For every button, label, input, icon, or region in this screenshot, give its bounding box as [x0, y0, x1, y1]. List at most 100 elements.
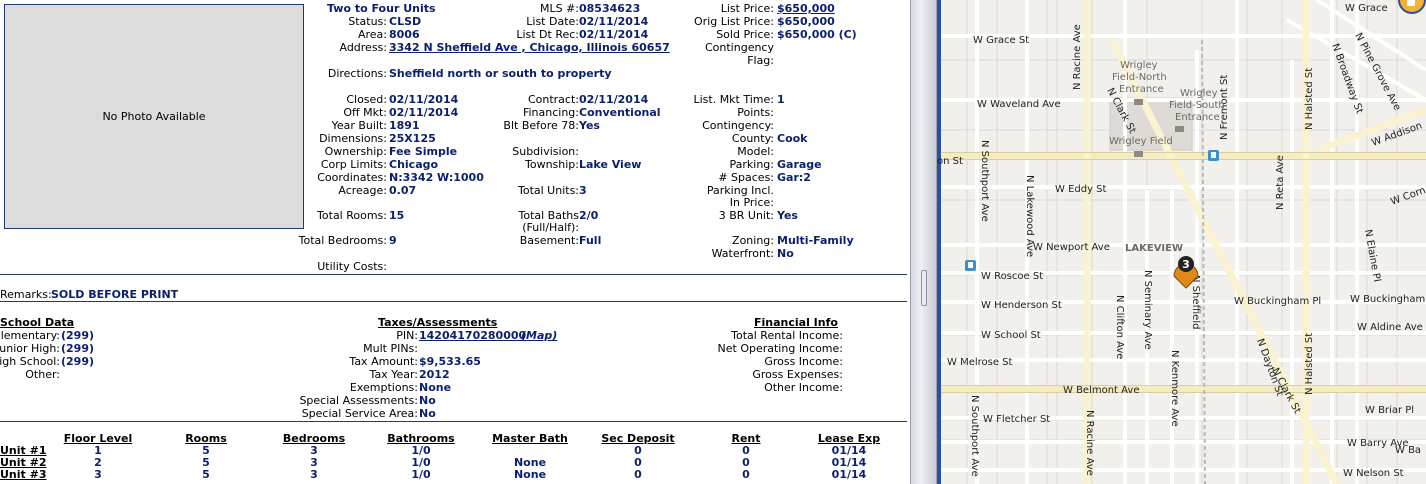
street-label: W Melrose St [947, 357, 1013, 368]
units-table-header: Floor Level Rooms Bedrooms Bathrooms Mas… [0, 433, 900, 445]
total-units-label: Total Units: [517, 184, 579, 197]
parking-incl-label-2: In Price: [729, 196, 774, 209]
place-label: Wrigley Field [1109, 136, 1173, 147]
street-label: W Briar Pl [1365, 405, 1414, 416]
place-label: Entrance [1119, 84, 1164, 95]
street-label: W Waveland Ave [977, 99, 1061, 110]
pane-splitter[interactable] [910, 0, 937, 484]
special-service-value: No [419, 407, 436, 420]
divider [0, 301, 907, 302]
area-value: 8006 [389, 28, 420, 41]
zoning-label: Zoning: [732, 234, 774, 247]
dimensions-value: 25X125 [389, 132, 436, 145]
dimensions-label: Dimensions: [319, 132, 387, 145]
street-label: W Nelson St [1343, 468, 1404, 479]
special-assessments-label: Special Assessments: [299, 394, 418, 407]
street-label: N Clifton Ave [1114, 295, 1125, 359]
acreage-value: 0.07 [389, 184, 417, 197]
table-row: Unit #3 3 5 3 1/0 None 0 0 01/14 [0, 469, 900, 481]
remarks-label: Remarks: [0, 288, 52, 301]
splitter-grip[interactable] [921, 270, 927, 306]
waterfront-value: No [777, 247, 794, 260]
total-rental-income-label: Total Rental Income: [731, 329, 843, 342]
list-price-label: List Price: [720, 2, 774, 15]
br3-unit-value: Yes [777, 209, 798, 222]
points-label: Points: [737, 106, 774, 119]
pin-label: PIN: [396, 329, 418, 342]
place-label: Wrigley [1180, 88, 1218, 99]
street-label: W School St [981, 330, 1041, 341]
table-cell: None [513, 468, 547, 481]
ownership-value: Fee Simple [389, 145, 458, 158]
street-label: W Grace [1345, 3, 1388, 14]
table-cell: 5 [202, 468, 210, 481]
street-label: W Ba [1395, 445, 1421, 456]
county-label: County: [731, 132, 774, 145]
contingency-flag-label-1: Contingency [704, 41, 774, 54]
closed-value: 02/11/2014 [389, 93, 459, 106]
place-label: Wrigley [1120, 60, 1158, 71]
year-built-value: 1891 [389, 119, 420, 132]
place-label: Field-North [1112, 72, 1167, 83]
closed-label: Closed: [346, 93, 387, 106]
street-label: N Sheffield [1190, 275, 1201, 329]
street-label: N Reta Ave [1275, 155, 1286, 210]
list-date-value: 02/11/2014 [579, 15, 649, 28]
corp-limits-label: Corp Limits: [320, 158, 387, 171]
street-label: W Buckingham Pl [1350, 294, 1426, 305]
street-label: N Racine Ave [1072, 24, 1083, 90]
address-link[interactable]: 3342 N Sheffield Ave , Chicago, Illinois… [389, 41, 670, 54]
mult-pins-label: Mult PINs: [363, 342, 418, 355]
table-cell: 1/0 [411, 468, 431, 481]
sold-price-label: Sold Price: [716, 28, 774, 41]
basement-label: Basement: [519, 234, 579, 247]
street-label: W Belmont Ave [1063, 385, 1139, 396]
spaces-value: Gar:2 [777, 171, 811, 184]
street-label: W Henderson St [981, 300, 1062, 311]
financial-title: Financial Info [754, 316, 838, 329]
table-row: Unit #1 1 5 3 1/0 0 0 01/14 [0, 445, 900, 457]
list-price-value[interactable]: $650,000 [777, 2, 835, 15]
map-canvas[interactable]: W Grace St W Grace W Waveland Ave on St … [937, 0, 1426, 484]
status-label: Status: [348, 15, 387, 28]
neighborhood-label: LAKEVIEW [1125, 243, 1183, 254]
street-label: N Kenmore Ave [1169, 350, 1180, 427]
street-label: W Fletcher St [983, 414, 1050, 425]
subdivision-label: Subdivision: [512, 145, 579, 158]
special-assessments-value: No [419, 394, 436, 407]
tax-year-value: 2012 [419, 368, 450, 381]
table-row: Unit #2 2 5 3 1/0 None 0 0 01/14 [0, 457, 900, 469]
table-cell: 3 [94, 468, 102, 481]
photo-placeholder: No Photo Available [4, 4, 304, 229]
elementary-label: Elementary: [0, 329, 60, 342]
exemptions-label: Exemptions: [349, 381, 418, 394]
pin-link[interactable]: 14204170280000 [419, 329, 526, 342]
list-dt-rec-label: List Dt Rec: [516, 28, 579, 41]
orig-list-price-value: $650,000 [777, 15, 835, 28]
directions-label: Directions: [327, 67, 387, 80]
parking-value: Garage [777, 158, 822, 171]
ownership-label: Ownership: [324, 145, 387, 158]
junior-high-label: Junior High: [0, 342, 60, 355]
street-label: W Buckingham Pl [1234, 296, 1321, 307]
model-label: Model: [737, 145, 774, 158]
map-link[interactable]: (Map) [521, 329, 557, 342]
list-date-label: List Date: [526, 15, 579, 28]
street-label: N Southport Ave [979, 140, 990, 222]
total-rooms-label: Total Rooms: [317, 209, 387, 222]
total-units-value: 3 [579, 184, 587, 197]
township-value: Lake View [579, 158, 642, 171]
mls-label: MLS #: [539, 2, 579, 15]
off-mkt-label: Off Mkt: [343, 106, 387, 119]
coordinates-label: Coordinates: [317, 171, 387, 184]
street-label: N Seminary Ave [1142, 270, 1153, 350]
gross-expenses-label: Gross Expenses: [752, 368, 843, 381]
br3-unit-label: 3 BR Unit: [718, 209, 774, 222]
gross-income-label: Gross Income: [764, 355, 843, 368]
street-label: N Racine Ave [1084, 410, 1095, 476]
units-table: Floor Level Rooms Bedrooms Bathrooms Mas… [0, 433, 900, 481]
high-school-label: High School: [0, 355, 60, 368]
directions-value: Sheffield north or south to property [389, 67, 612, 80]
total-bedrooms-label: Total Bedrooms: [298, 234, 387, 247]
map-view[interactable]: W Grace St W Grace W Waveland Ave on St … [937, 0, 1426, 484]
